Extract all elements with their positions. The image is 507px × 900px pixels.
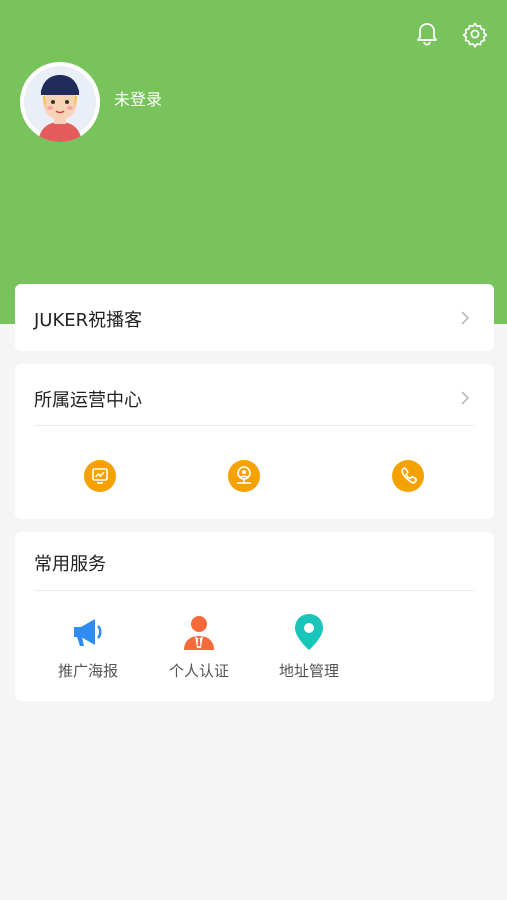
operation-center-title[interactable]: 所属运营中心 (34, 386, 142, 412)
services-card: 常用服务 推广海报 个人认证 地址管理 (15, 532, 494, 701)
divider (34, 590, 475, 591)
service-label: 个人认证 (168, 662, 229, 680)
location-person-icon[interactable] (228, 460, 260, 492)
bell-icon[interactable] (413, 20, 441, 48)
services-title: 常用服务 (34, 554, 106, 575)
service-label: 地址管理 (278, 662, 339, 680)
profile-header (0, 0, 507, 324)
service-verify-button[interactable]: 个人认证 (159, 612, 239, 681)
avatar[interactable] (20, 62, 100, 142)
chevron-right-icon (458, 310, 472, 326)
divider (34, 425, 475, 426)
chevron-right-icon[interactable] (458, 390, 472, 406)
service-poster-button[interactable]: 推广海报 (48, 612, 128, 681)
service-address-button[interactable]: 地址管理 (269, 612, 349, 681)
map-pin-icon (289, 612, 329, 652)
login-status-text[interactable]: 未登录 (114, 86, 162, 110)
chart-board-icon[interactable] (84, 460, 116, 492)
service-label: 推广海报 (57, 662, 118, 680)
phone-icon[interactable] (392, 460, 424, 492)
juker-title: JUKER祝播客 (34, 310, 143, 331)
operation-center-card: 所属运营中心 (15, 364, 494, 519)
person-suit-icon (179, 612, 219, 652)
megaphone-icon (68, 612, 108, 652)
gear-icon[interactable] (461, 20, 489, 48)
juker-card[interactable]: JUKER祝播客 (15, 284, 494, 351)
